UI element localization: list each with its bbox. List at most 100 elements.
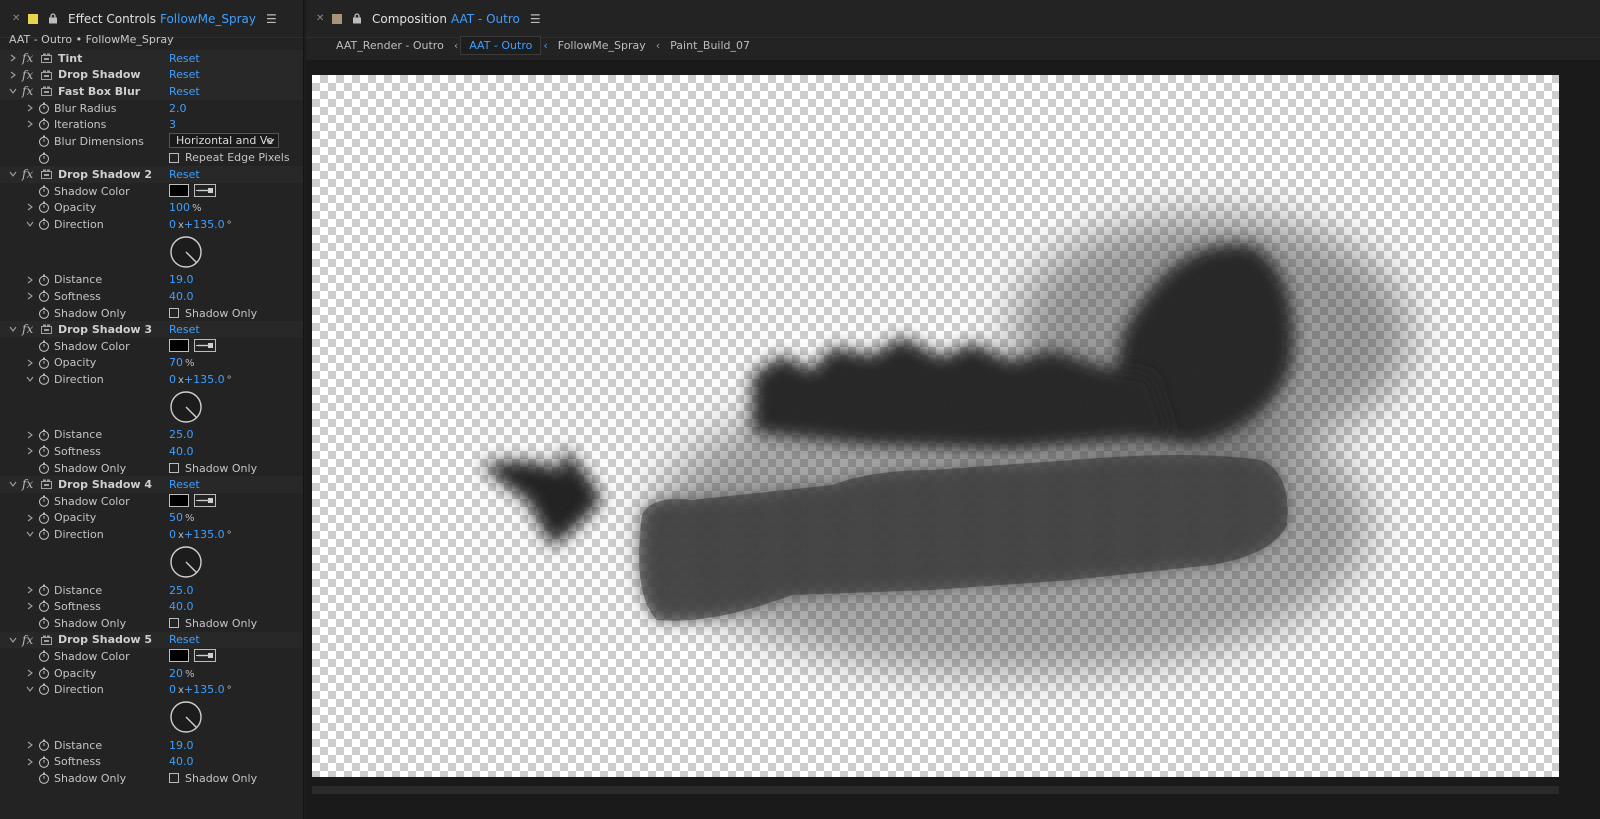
eyedropper-icon[interactable]	[194, 649, 216, 663]
blur-radius-value[interactable]: 2.0	[169, 102, 187, 115]
direction-dial[interactable]	[169, 390, 203, 424]
fx-icon[interactable]: fx	[22, 68, 33, 82]
opacity-value[interactable]: 50%	[169, 511, 195, 524]
stopwatch-icon[interactable]	[38, 739, 50, 751]
reset-link[interactable]: Reset	[169, 478, 200, 491]
stopwatch-icon[interactable]	[38, 528, 50, 541]
blur-dimensions-dropdown[interactable]: Horizontal and Ve	[169, 132, 279, 148]
chevron-down-icon[interactable]	[9, 325, 17, 333]
chevron-right-icon[interactable]	[26, 431, 34, 439]
chevron-right-icon[interactable]	[26, 120, 34, 128]
chevron-down-icon[interactable]	[26, 685, 34, 693]
stopwatch-icon[interactable]	[38, 307, 50, 319]
direction-value[interactable]: 0 x+135.0 °	[169, 683, 232, 696]
chevron-down-icon[interactable]	[9, 87, 17, 95]
shadow-color-swatch[interactable]	[169, 338, 189, 352]
stopwatch-icon[interactable]	[38, 185, 50, 197]
fx-icon[interactable]: fx	[22, 322, 33, 336]
chevron-right-icon[interactable]	[26, 586, 34, 594]
eyedropper-icon[interactable]	[194, 183, 216, 197]
panel-layer-name[interactable]: FollowMe_Spray	[160, 12, 256, 26]
iterations-value[interactable]: 3	[169, 118, 176, 131]
stopwatch-icon[interactable]	[38, 617, 50, 629]
reset-link[interactable]: Reset	[169, 85, 200, 98]
chevron-right-icon[interactable]	[26, 741, 34, 749]
breadcrumb-item-active[interactable]: AAT - Outro	[460, 35, 542, 55]
chevron-right-icon[interactable]	[9, 71, 17, 79]
stopwatch-icon[interactable]	[38, 650, 50, 663]
chevron-down-icon[interactable]	[9, 636, 17, 644]
stopwatch-icon[interactable]	[38, 118, 50, 131]
stopwatch-icon[interactable]	[38, 600, 50, 613]
effect-drop-shadow-n[interactable]: fx Drop Shadow 4 Reset	[0, 476, 303, 494]
stopwatch-icon[interactable]	[38, 340, 50, 352]
distance-value[interactable]: 19.0	[169, 273, 194, 286]
direction-value[interactable]: 0 x+135.0 °	[169, 218, 232, 231]
chevron-right-icon[interactable]	[26, 292, 34, 300]
shadow-only-checkbox[interactable]	[169, 618, 179, 629]
softness-value[interactable]: 40.0	[169, 755, 194, 768]
direction-dial[interactable]	[169, 545, 203, 579]
opacity-value[interactable]: 20%	[169, 667, 195, 680]
distance-value[interactable]: 19.0	[169, 739, 194, 752]
chevron-right-icon[interactable]	[26, 203, 34, 211]
stopwatch-icon[interactable]	[38, 357, 50, 369]
stopwatch-icon[interactable]	[38, 772, 50, 785]
stopwatch-icon[interactable]	[38, 462, 50, 474]
reset-link[interactable]: Reset	[169, 68, 200, 81]
fx-icon[interactable]: fx	[22, 84, 33, 98]
effect-drop-shadow-n[interactable]: fx Drop Shadow 5 Reset	[0, 631, 303, 649]
opacity-value[interactable]: 70%	[169, 356, 195, 369]
composition-canvas[interactable]	[312, 75, 1559, 777]
stopwatch-icon[interactable]	[38, 102, 50, 114]
chevron-right-icon[interactable]	[26, 359, 34, 367]
stopwatch-icon[interactable]	[38, 201, 50, 214]
stopwatch-icon[interactable]	[38, 495, 50, 507]
chevron-right-icon[interactable]	[26, 276, 34, 284]
stopwatch-icon[interactable]	[38, 667, 50, 679]
chevron-right-icon[interactable]	[26, 104, 34, 112]
close-icon[interactable]: ✕	[316, 13, 332, 24]
stopwatch-icon[interactable]	[38, 584, 50, 596]
fx-icon[interactable]: fx	[22, 633, 33, 647]
softness-value[interactable]: 40.0	[169, 445, 194, 458]
effect-tint[interactable]: fx Tint Reset	[0, 50, 303, 67]
stopwatch-icon[interactable]	[38, 512, 50, 524]
chevron-right-icon[interactable]	[26, 758, 34, 766]
panel-menu-icon[interactable]: ☰	[266, 12, 277, 26]
effect-drop-shadow-n[interactable]: fx Drop Shadow 2 Reset	[0, 166, 303, 183]
stopwatch-icon[interactable]	[38, 683, 50, 696]
softness-value[interactable]: 40.0	[169, 290, 194, 303]
chevron-right-icon[interactable]	[26, 669, 34, 677]
chevron-down-icon[interactable]	[9, 170, 17, 178]
chevron-right-icon[interactable]	[26, 514, 34, 522]
chevron-down-icon[interactable]	[26, 375, 34, 383]
breadcrumb-item[interactable]: AAT_Render - Outro	[328, 37, 452, 54]
chevron-right-icon[interactable]	[26, 602, 34, 610]
breadcrumb-item[interactable]: Paint_Build_07	[662, 37, 758, 54]
breadcrumb-item[interactable]: FollowMe_Spray	[550, 37, 654, 54]
shadow-color-swatch[interactable]	[169, 649, 189, 663]
stopwatch-icon[interactable]	[38, 152, 50, 164]
viewer-scrollbar[interactable]	[312, 786, 1559, 794]
chevron-down-icon[interactable]	[26, 220, 34, 228]
lock-icon[interactable]	[352, 13, 362, 24]
stopwatch-icon[interactable]	[38, 429, 50, 441]
close-icon[interactable]: ✕	[12, 13, 28, 24]
stopwatch-icon[interactable]	[38, 445, 50, 458]
shadow-color-swatch[interactable]	[169, 183, 189, 197]
eyedropper-icon[interactable]	[194, 494, 216, 508]
chevron-down-icon[interactable]	[26, 530, 34, 538]
direction-dial[interactable]	[169, 235, 203, 269]
stopwatch-icon[interactable]	[38, 373, 50, 385]
direction-value[interactable]: 0 x+135.0 °	[169, 373, 232, 386]
reset-link[interactable]: Reset	[169, 323, 200, 336]
stopwatch-icon[interactable]	[38, 274, 50, 286]
stopwatch-icon[interactable]	[38, 756, 50, 768]
stopwatch-icon[interactable]	[38, 135, 50, 147]
fx-icon[interactable]: fx	[22, 51, 33, 65]
fx-icon[interactable]: fx	[22, 167, 33, 181]
panel-menu-icon[interactable]: ☰	[530, 12, 541, 26]
shadow-only-checkbox[interactable]	[169, 307, 179, 318]
shadow-color-swatch[interactable]	[169, 494, 189, 508]
